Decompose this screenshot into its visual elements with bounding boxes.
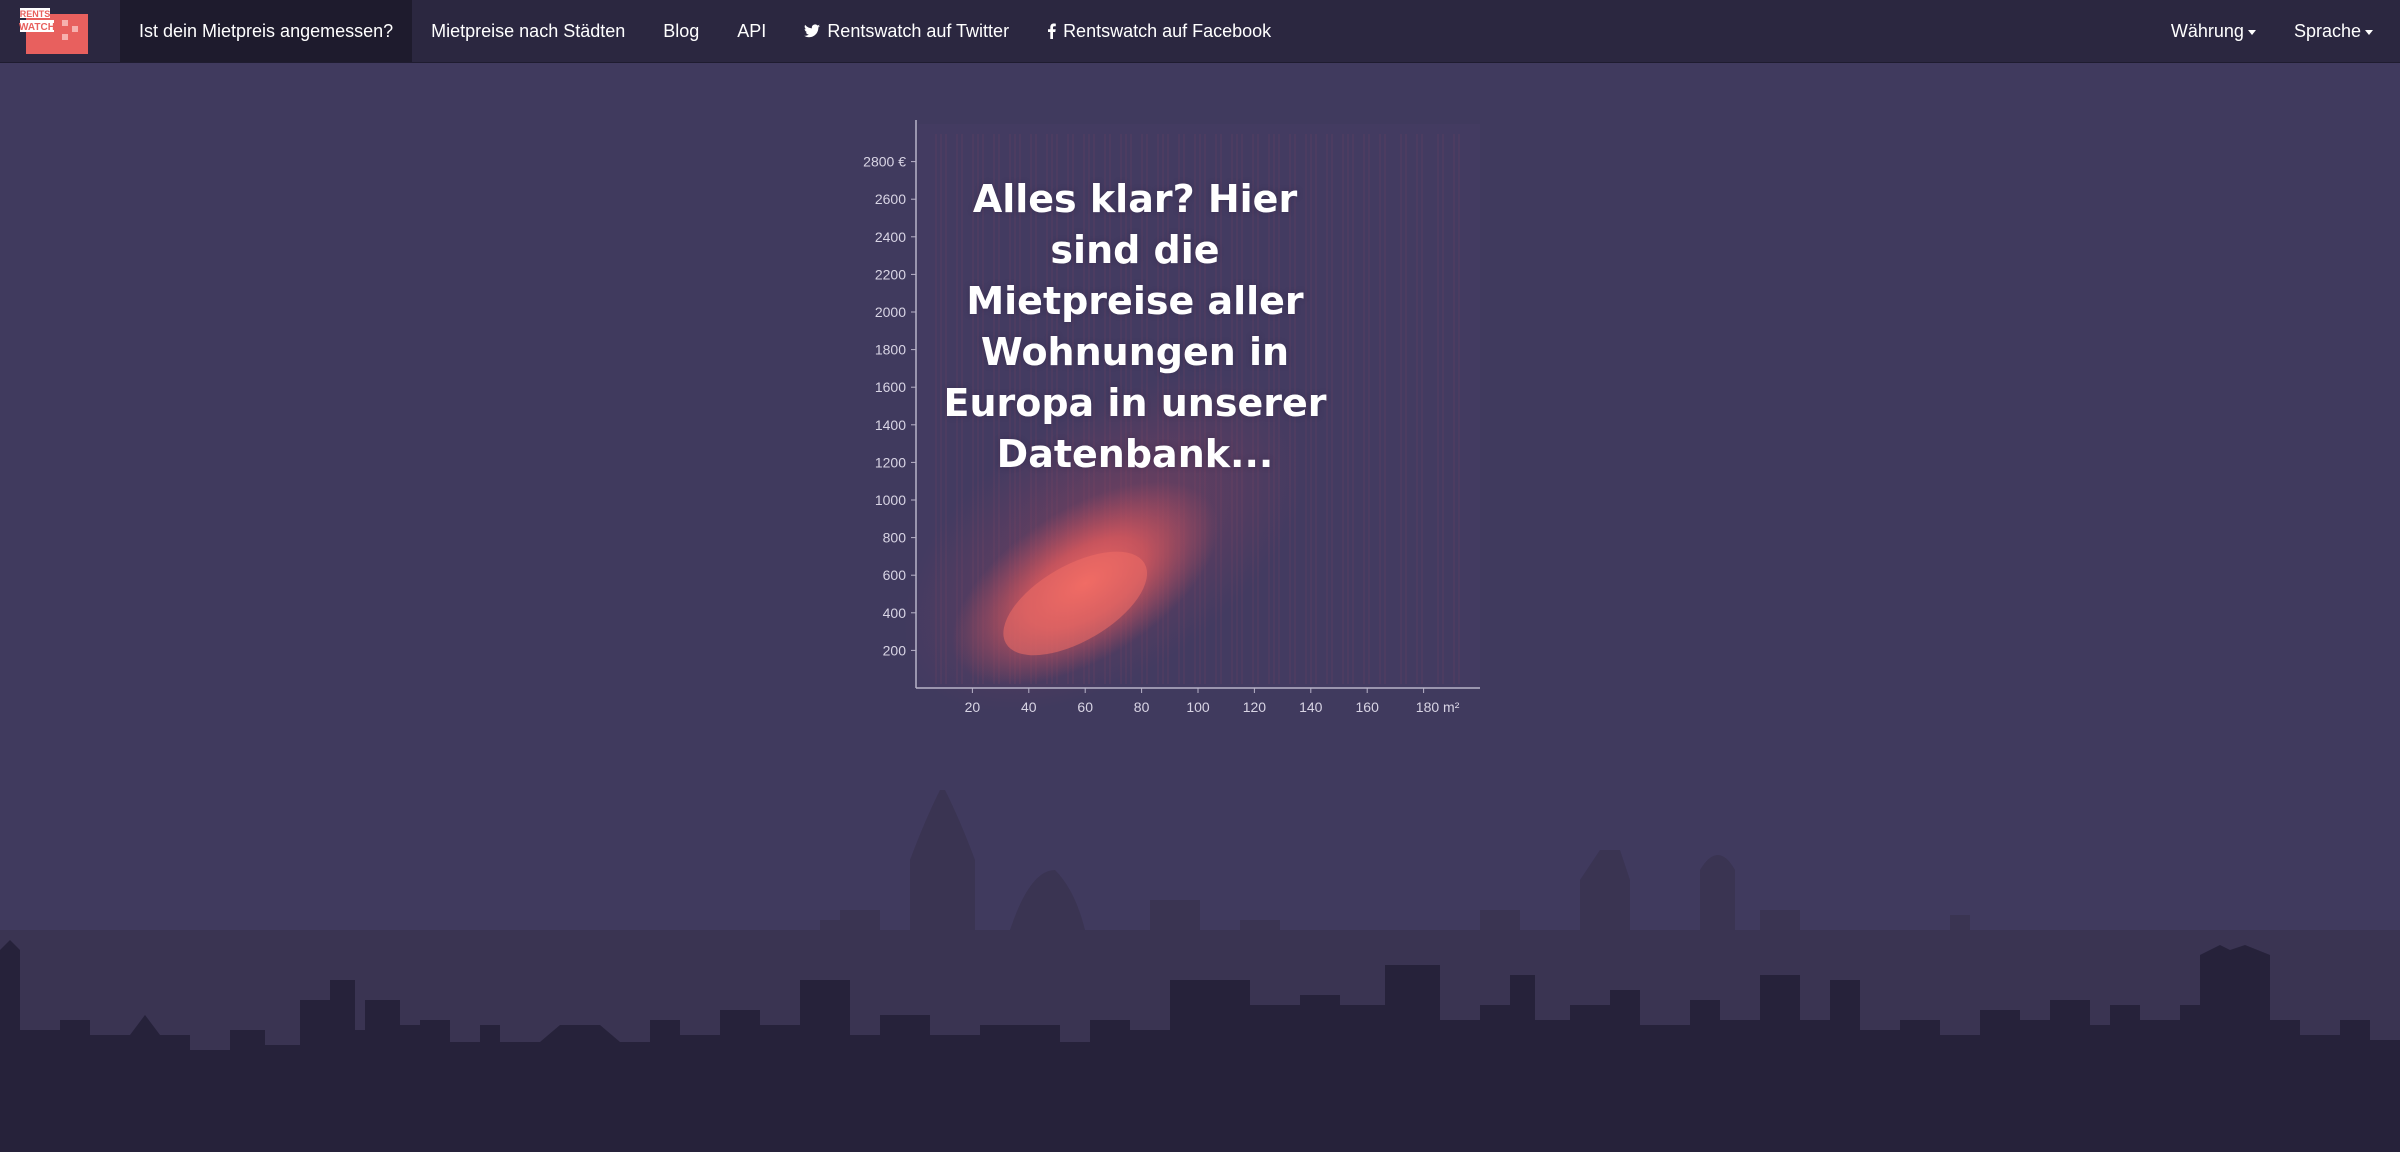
language-label: Sprache	[2293, 20, 2361, 41]
caret-down-icon	[2365, 30, 2373, 35]
nav-right-group: Währung Sprache	[2152, 0, 2400, 62]
x-tick-label: 160	[1356, 699, 1380, 715]
y-tick-label: 2200	[875, 266, 906, 282]
nav-item-facebook[interactable]: Rentswatch auf Facebook	[1028, 0, 1290, 62]
y-tick-label: 1600	[875, 379, 906, 395]
y-tick-label: 2800 €	[863, 154, 906, 170]
x-tick-label: 80	[1134, 699, 1150, 715]
y-tick-label: 1400	[875, 417, 906, 433]
chart-headline: Alles klar? Hier sind die Mietpreise all…	[943, 177, 1327, 476]
y-tick-label: 400	[883, 605, 907, 621]
nav-item-label: Mietpreise nach Städten	[431, 20, 626, 41]
nav-item-label: Rentswatch auf Twitter	[827, 20, 1010, 41]
currency-dropdown[interactable]: Währung	[2152, 0, 2275, 62]
x-tick-label: 180 m²	[1416, 699, 1460, 715]
x-tick-label: 20	[965, 699, 981, 715]
y-tick-label: 1800	[875, 342, 906, 358]
x-tick-label: 40	[1021, 699, 1037, 715]
nav-item-blog[interactable]: Blog	[644, 0, 718, 62]
logo-text-top: RENTS	[20, 9, 51, 19]
rent-scatter-chart: 200 400 600 800 1000 1200 1400 1600 1800 2000 2200…	[840, 110, 1500, 740]
nav-item-label: Ist dein Mietpreis angemessen?	[139, 20, 394, 41]
nav-item-api[interactable]: API	[718, 0, 785, 62]
nav-item-city-prices[interactable]: Mietpreise nach Städten	[412, 0, 644, 62]
twitter-icon	[804, 24, 821, 38]
facebook-icon	[1047, 23, 1056, 39]
y-tick-label: 2400	[875, 229, 906, 245]
y-tick-label: 1000	[875, 492, 906, 508]
x-tick-label: 140	[1299, 699, 1323, 715]
y-tick-label: 200	[883, 642, 907, 658]
language-dropdown[interactable]: Sprache	[2275, 0, 2392, 62]
caret-down-icon	[2247, 30, 2256, 35]
logo-text-bottom: WATCH	[19, 22, 55, 33]
top-navbar: RENTS WATCH Ist dein Mietpreis angemesse…	[0, 0, 2400, 63]
y-tick-label: 1200	[875, 454, 906, 470]
x-tick-label: 120	[1243, 699, 1267, 715]
y-tick-label: 600	[883, 567, 907, 583]
x-tick-label: 100	[1186, 699, 1210, 715]
y-tick-label: 2000	[875, 304, 906, 320]
nav-item-rent-check[interactable]: Ist dein Mietpreis angemessen?	[120, 0, 413, 62]
currency-label: Währung	[2170, 20, 2244, 41]
rentswatch-logo[interactable]: RENTS WATCH	[18, 6, 90, 56]
nav-item-label: Blog	[663, 20, 700, 41]
y-tick-label: 800	[883, 530, 907, 546]
nav-item-twitter[interactable]: Rentswatch auf Twitter	[785, 0, 1028, 62]
y-tick-label: 2600	[875, 191, 906, 207]
nav-item-label: Rentswatch auf Facebook	[1063, 20, 1272, 41]
nav-item-label: API	[737, 20, 767, 41]
x-tick-label: 60	[1077, 699, 1093, 715]
city-skyline-illustration	[0, 790, 2400, 1152]
